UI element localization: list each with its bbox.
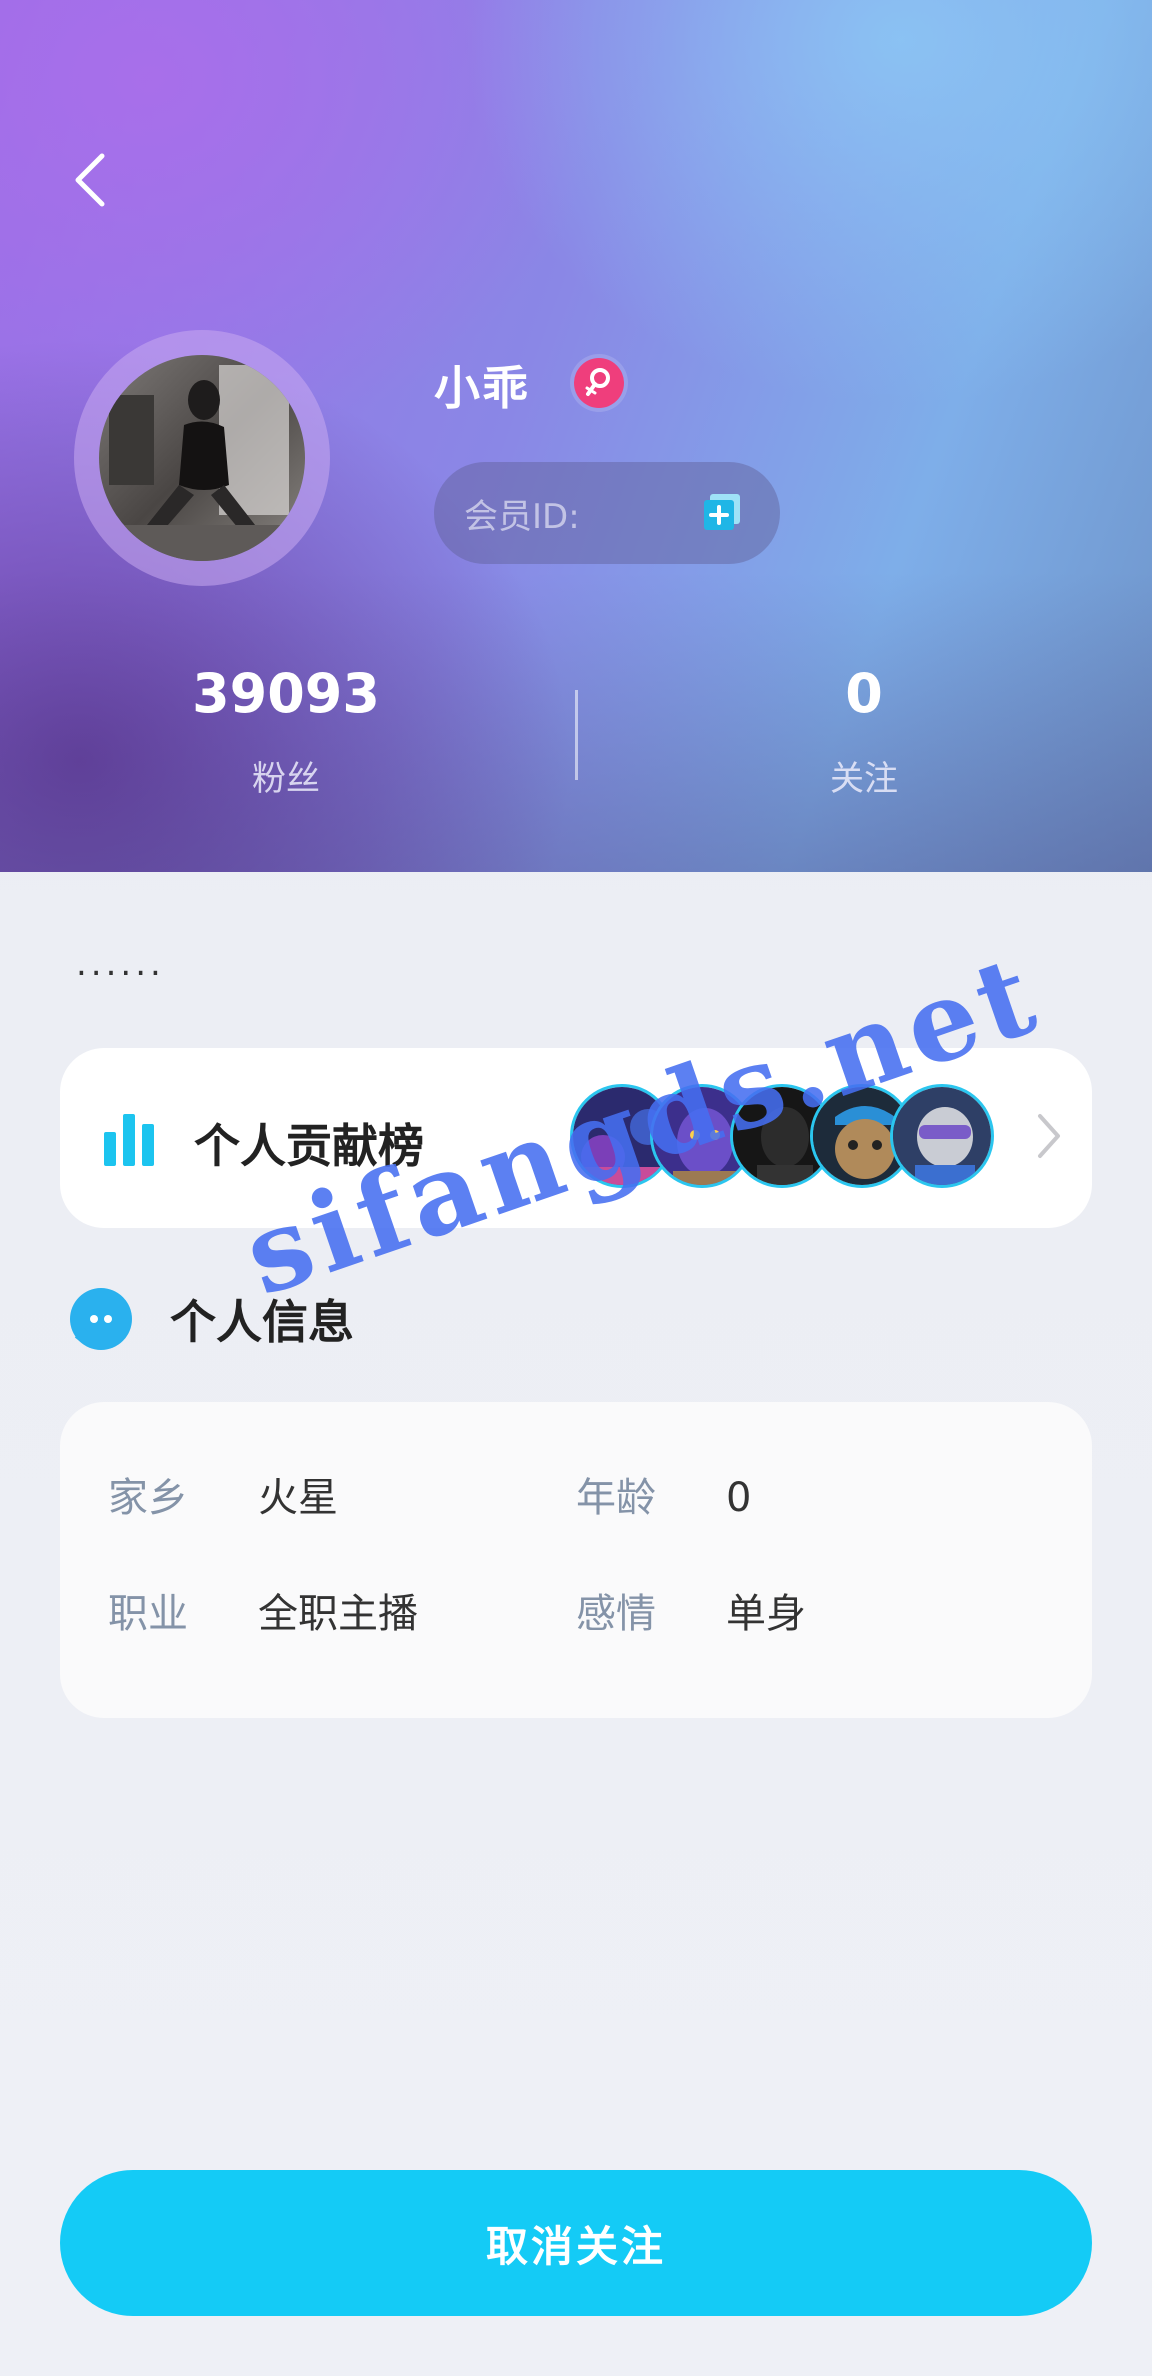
info-row: 职业 全职主播 感情 单身: [108, 1584, 1048, 1644]
fans-count: 39093: [192, 662, 380, 725]
stats-divider: [575, 690, 578, 780]
copy-icon: [704, 494, 740, 530]
member-id-pill: 会员ID:: [434, 462, 780, 564]
member-id-label: 会员ID:: [464, 496, 580, 537]
following-count: 0: [845, 662, 883, 725]
chevron-left-icon: [75, 153, 105, 207]
signature-text: ......: [76, 944, 165, 984]
relationship-value: 单身: [726, 1591, 806, 1637]
hometown-value: 火星: [258, 1475, 338, 1521]
back-button[interactable]: [62, 148, 118, 212]
occupation-value: 全职主播: [258, 1591, 418, 1637]
age-value: 0: [726, 1475, 752, 1521]
bar-chart-icon: [102, 1110, 156, 1170]
gender-badge: [574, 358, 624, 408]
occupation-label: 职业: [108, 1591, 188, 1637]
unfollow-button[interactable]: 取消关注: [60, 2170, 1092, 2316]
avatar[interactable]: [74, 330, 330, 586]
info-row: 家乡 火星 年龄 0: [108, 1468, 1048, 1528]
chevron-right-icon: [1036, 1112, 1062, 1164]
nickname: 小乖: [434, 361, 530, 415]
following-label: 关注: [830, 759, 898, 799]
relationship-label: 感情: [576, 1591, 656, 1637]
hometown-label: 家乡: [108, 1475, 188, 1521]
fans-stat[interactable]: 39093 粉丝: [136, 662, 436, 800]
chat-bubble-icon: [70, 1288, 132, 1350]
female-icon: [585, 368, 610, 396]
avatar-image: [99, 355, 305, 561]
personal-info-card: 家乡 火星 年龄 0 职业 全职主播 感情 单身: [60, 1402, 1092, 1718]
following-stat[interactable]: 0 关注: [714, 662, 1014, 800]
fans-label: 粉丝: [252, 759, 320, 799]
copy-button[interactable]: [702, 492, 742, 532]
profile-header: 小乖 会员ID: 39093 粉丝 0 关注: [0, 0, 1152, 872]
age-label: 年龄: [576, 1475, 656, 1521]
